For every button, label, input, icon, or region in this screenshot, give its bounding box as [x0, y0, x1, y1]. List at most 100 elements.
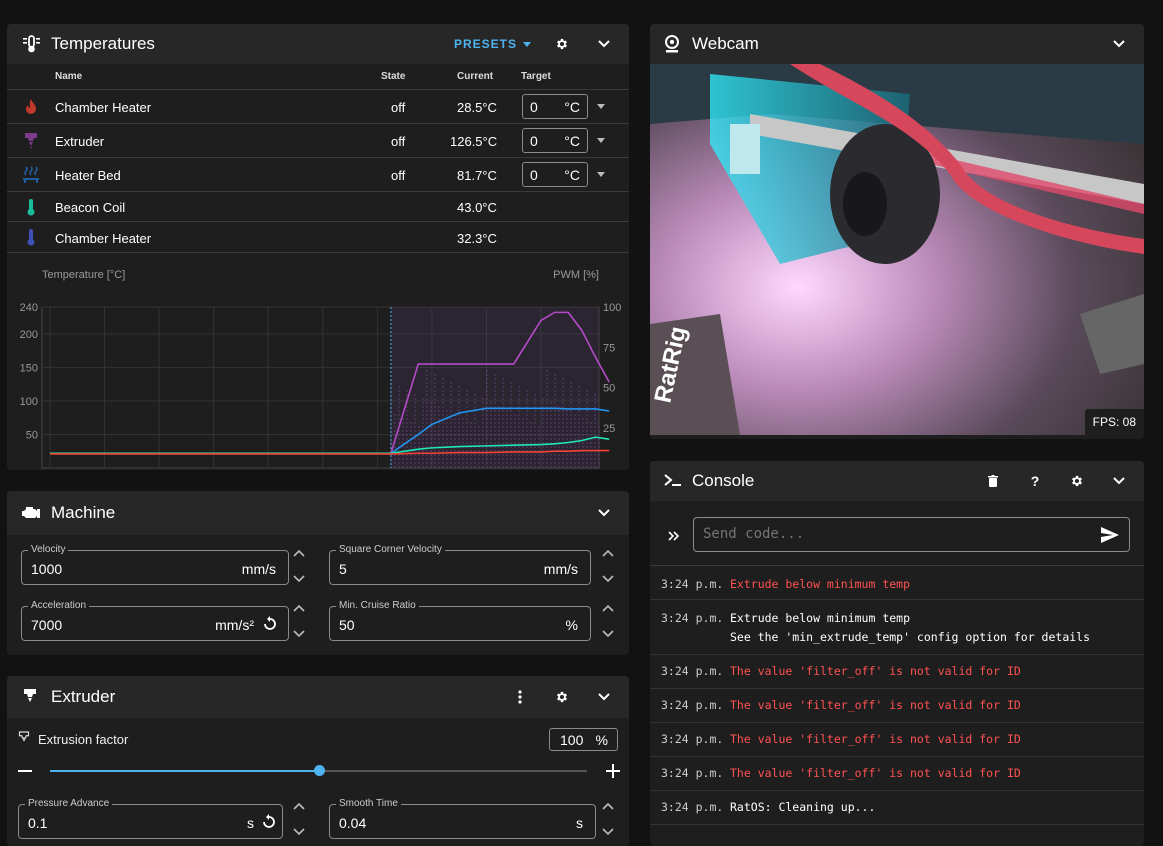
heater-name: Extruder: [55, 134, 105, 149]
send-code-input[interactable]: [693, 517, 1130, 552]
square-corner-velocity-field[interactable]: Square Corner Velocity 5 mm/s: [329, 544, 591, 585]
webcam-panel: Webcam RatRig FPS: 08: [650, 24, 1144, 439]
scv-label: Square Corner Velocity: [336, 544, 445, 555]
console-time: 3:24 p.m.: [661, 698, 724, 712]
settings-gear-icon[interactable]: [551, 686, 573, 708]
table-row: Heater Bed off 81.7°C 0 °C: [7, 158, 629, 192]
collapse-chevron-icon[interactable]: [1108, 470, 1130, 492]
console-time: 3:24 p.m.: [661, 732, 724, 746]
collapse-chevron-icon[interactable]: [593, 33, 615, 55]
webcam-title: Webcam: [692, 34, 759, 53]
heater-state: off: [391, 168, 406, 183]
scv-stepper[interactable]: [600, 548, 616, 588]
collapse-chevron-icon[interactable]: [593, 502, 615, 524]
reset-icon[interactable]: [261, 814, 277, 833]
table-row: Chamber Heater 32.3°C: [7, 222, 629, 253]
column-target: Target: [521, 71, 551, 82]
send-code-field[interactable]: [703, 526, 1083, 542]
temperatures-table-header: Name State Current Target: [7, 64, 629, 90]
temperatures-header: Temperatures PRESETS: [7, 24, 629, 64]
scv-value: 5: [339, 561, 347, 577]
heater-name: Chamber Heater: [55, 100, 152, 115]
machine-header: Machine: [7, 491, 629, 535]
help-icon[interactable]: ?: [1024, 470, 1046, 492]
sensor-current: 43.0°C: [457, 200, 497, 215]
extruder-header: Extruder: [7, 676, 629, 718]
thermometer-icon: [26, 198, 36, 219]
settings-gear-icon[interactable]: [551, 33, 573, 55]
heater-state: off: [391, 100, 406, 115]
smooth-time-field[interactable]: Smooth Time 0.04 s: [329, 798, 596, 839]
engine-icon: [21, 505, 41, 521]
pressure-advance-unit: s: [247, 815, 254, 831]
presets-button[interactable]: PRESETS: [454, 37, 531, 51]
temperature-chart[interactable]: Temperature [°C] PWM [%] 240 200 150 100 50 1…: [7, 254, 629, 470]
target-dropdown-icon[interactable]: [597, 104, 605, 109]
chart-y2label: PWM [%]: [553, 269, 599, 281]
acceleration-stepper[interactable]: [291, 603, 307, 643]
smooth-time-stepper[interactable]: [600, 801, 616, 841]
pressure-advance-field[interactable]: Pressure Advance 0.1 s: [18, 798, 283, 839]
slider-thumb[interactable]: [313, 765, 325, 776]
heater-current: 28.5°C: [457, 100, 497, 115]
fire-icon: [24, 99, 38, 118]
console-title: Console: [692, 471, 755, 490]
pressure-advance-stepper[interactable]: [291, 801, 307, 841]
heater-state: off: [391, 134, 406, 149]
settings-gear-icon[interactable]: [1066, 470, 1088, 492]
acceleration-field[interactable]: Acceleration 7000 mm/s²: [21, 600, 289, 641]
heater-current: 126.5°C: [450, 134, 498, 149]
target-input[interactable]: 0 °C: [522, 94, 588, 119]
decrease-icon[interactable]: [18, 770, 32, 772]
reset-icon[interactable]: [262, 616, 278, 635]
mcr-stepper[interactable]: [600, 603, 616, 643]
min-cruise-ratio-field[interactable]: Min. Cruise Ratio 50 %: [329, 600, 591, 641]
y-tick-label: 150: [20, 362, 38, 374]
velocity-stepper[interactable]: [291, 548, 307, 588]
fps-text: FPS: 08: [1092, 415, 1136, 429]
smooth-time-label: Smooth Time: [336, 798, 401, 809]
velocity-value: 1000: [31, 561, 63, 577]
thermometer-lines-icon: [21, 34, 41, 54]
target-dropdown-icon[interactable]: [597, 172, 605, 177]
console-message: Extrude below minimum temp: [730, 611, 911, 625]
extrusion-factor-input[interactable]: 100 %: [549, 728, 618, 751]
velocity-unit: mm/s: [241, 561, 276, 577]
trash-icon[interactable]: [982, 470, 1004, 492]
pressure-advance-label: Pressure Advance: [25, 798, 113, 809]
target-input[interactable]: 0 °C: [522, 162, 588, 187]
y-tick-label: 100: [20, 396, 38, 408]
collapse-chevron-icon[interactable]: [593, 686, 615, 708]
y2-tick-label: 100: [603, 302, 621, 314]
console-time: 3:24 p.m.: [661, 664, 724, 678]
send-icon[interactable]: [1101, 527, 1119, 546]
sensor-name: Beacon Coil: [55, 200, 126, 215]
console-prompt-icon: [664, 473, 682, 489]
target-input[interactable]: 0 °C: [522, 128, 588, 153]
console-time: 3:24 p.m.: [661, 577, 724, 591]
extrusion-factor-unit: %: [595, 732, 608, 748]
mcr-value: 50: [339, 617, 355, 633]
console-line: 3:24 p.m. Extrude below minimum temp See…: [650, 600, 1144, 655]
caret-down-icon: [523, 41, 531, 47]
acceleration-label: Acceleration: [28, 600, 90, 611]
velocity-field[interactable]: Velocity 1000 mm/s: [21, 544, 289, 585]
double-chevron-right-icon[interactable]: [668, 529, 680, 544]
more-vertical-icon[interactable]: [509, 686, 531, 708]
fps-badge: FPS: 08: [1084, 409, 1144, 435]
target-dropdown-icon[interactable]: [597, 138, 605, 143]
console-header: Console ?: [650, 461, 1144, 501]
chart-ylabel: Temperature [°C]: [42, 269, 125, 281]
y-tick-label: 240: [20, 302, 38, 314]
extrusion-factor-slider[interactable]: [50, 765, 587, 776]
machine-title: Machine: [51, 503, 116, 522]
console-message: The value 'filter_off' is not valid for …: [730, 664, 1021, 678]
printer-nozzle-icon: [23, 132, 39, 153]
increase-icon[interactable]: [606, 764, 620, 781]
slider-fill: [50, 770, 319, 772]
column-state: State: [381, 71, 406, 82]
collapse-chevron-icon[interactable]: [1108, 33, 1130, 55]
sensor-name: Chamber Heater: [55, 231, 152, 246]
extruder-title: Extruder: [51, 687, 116, 706]
console-line: 3:24 p.m. Extrude below minimum temp: [650, 566, 1144, 600]
